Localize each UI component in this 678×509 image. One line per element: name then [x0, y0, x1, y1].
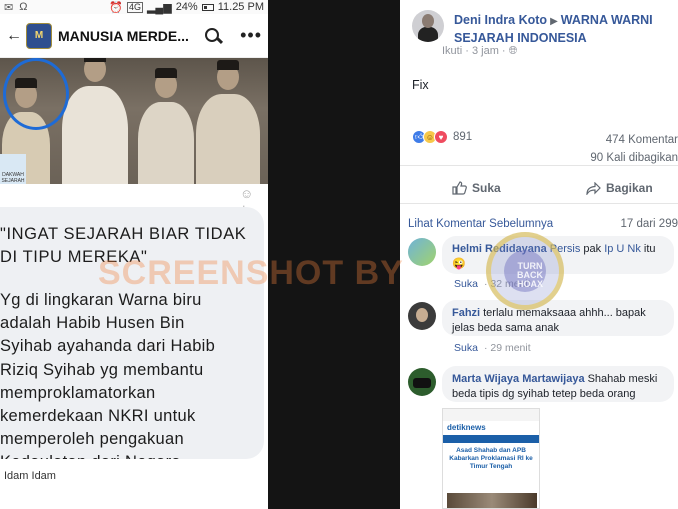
battery-percent: 24% [175, 1, 198, 13]
reactions-summary[interactable]: 👍︎ ☺ ♥ 891 [412, 130, 472, 144]
thumb-headline: Asad Shahab dan APB Kabarkan Proklamasi … [449, 447, 533, 470]
thumbs-up-icon [452, 181, 467, 195]
message-author[interactable]: Idam Idam [0, 460, 268, 500]
turnbackhoax-seal: TURN BACK HOAX [486, 232, 564, 310]
commenter-avatar[interactable] [408, 368, 436, 396]
status-bar: ✉ Ω ⏰ 4G ▂▄▆ 24% 11.25 PM [0, 0, 268, 14]
globe-icon: 🌐︎ [508, 45, 518, 57]
share-button[interactable]: Bagikan [586, 181, 653, 195]
photo-badge: DAKWAH SEJARAH [0, 154, 26, 184]
more-options-icon[interactable]: ••• [240, 25, 262, 46]
caret-right-icon: ▶ [550, 16, 558, 27]
commenter-avatar[interactable] [408, 238, 436, 266]
commenter-name[interactable]: Fahzi [452, 307, 480, 319]
shares-count[interactable]: 90 Kali dibagikan [590, 149, 678, 167]
person-figure [196, 60, 260, 184]
comment-counter: 17 dari 299 [620, 218, 678, 230]
share-label: Bagikan [606, 181, 653, 195]
comment-bubble: Marta Wijaya Martawijaya Shahab meski bed… [442, 366, 674, 402]
notification-icon: ✉ [4, 1, 14, 14]
like-button[interactable]: Suka [452, 181, 501, 195]
search-icon[interactable] [204, 27, 222, 45]
comment-like-link[interactable]: Suka [454, 278, 478, 290]
alarm-icon: ⏰ [109, 1, 123, 14]
comment-time[interactable]: 29 menit [490, 342, 530, 354]
comments-header: Lihat Komentar Sebelumnya 17 dari 299 [408, 218, 678, 230]
network-label: 4G [126, 1, 143, 13]
thumb-site-logo: detiknews [447, 423, 486, 432]
battery-icon [201, 3, 214, 11]
historical-photo[interactable]: DAKWAH SEJARAH [0, 58, 268, 184]
comment-like-link[interactable]: Suka [454, 342, 478, 354]
post-stats: 👍︎ ☺ ♥ 891 474 Komentar 90 Kali dibagika… [400, 126, 678, 166]
stat-right: 474 Komentar 90 Kali dibagikan [590, 131, 678, 167]
add-reaction-icon[interactable]: ☺+ [240, 186, 260, 216]
comment-bubble: Fahzi terlalu memaksaaa ahhh... bapak jel… [442, 300, 674, 336]
person-figure [138, 68, 194, 184]
comments-count[interactable]: 474 Komentar [590, 131, 678, 149]
group-avatar[interactable]: M [26, 22, 52, 49]
headset-icon: Ω [19, 0, 28, 13]
seal-text: TURN BACK HOAX [516, 261, 543, 289]
commenter-avatar[interactable] [408, 302, 436, 330]
follow-link[interactable]: Ikuti [442, 45, 462, 57]
blue-highlight-circle [3, 58, 69, 130]
reaction-count: 891 [453, 131, 473, 143]
clock: 11.25 PM [217, 1, 264, 13]
like-label: Suka [472, 181, 501, 195]
message-bubble: "INGAT SEJARAH BIAR TIDAK DI TIPU MEREKA… [0, 207, 264, 459]
group-name[interactable]: MANUSIA MERDE... [58, 28, 189, 44]
attached-image-thumbnail[interactable]: detiknews Asad Shahab dan APB Kabarkan P… [442, 408, 540, 509]
reaction-row: ☺+ [0, 184, 268, 216]
post-actions: Suka Bagikan [400, 176, 678, 204]
app-bar: ← M MANUSIA MERDE... ••• [0, 14, 268, 58]
poster-name[interactable]: Deni Indra Koto [454, 13, 547, 27]
comment-text: pak [580, 243, 605, 255]
divider-panel [268, 0, 400, 509]
back-arrow-icon[interactable]: ← [6, 27, 24, 45]
post-names: Deni Indra Koto ▶ WARNA WARNI SEJARAH INDO… [454, 12, 678, 46]
love-reaction-icon: ♥ [434, 130, 448, 144]
thumb-nav-bar [443, 435, 539, 443]
comment-text: terlalu memaksaaa ahhh... bapak jelas be… [452, 307, 646, 334]
phone-screenshot: ✉ Ω ⏰ 4G ▂▄▆ 24% 11.25 PM ← M MANUSIA MER… [0, 0, 268, 509]
signal-icon: ▂▄▆ [146, 1, 172, 14]
commenter-name[interactable]: Marta Wijaya Martawijaya [452, 373, 585, 385]
message-body: Yg di lingkaran Warna biru adalah Habib … [0, 291, 216, 459]
poster-avatar[interactable] [412, 10, 444, 42]
tagged-user[interactable]: Ip U Nk [604, 243, 641, 255]
thumb-photo [447, 493, 537, 508]
message-quote: "INGAT SEJARAH BIAR TIDAK DI TIPU MEREKA… [0, 225, 247, 266]
post-time[interactable]: 3 jam [472, 45, 499, 57]
comment-meta: Suka · 29 menit [454, 342, 531, 354]
post-meta: Ikuti · 3 jam · 🌐︎ [442, 45, 518, 57]
person-figure [62, 58, 128, 184]
post-text: Fix [412, 78, 429, 92]
thumb-browser-bar [443, 409, 539, 421]
share-icon [586, 181, 601, 195]
previous-comments-link[interactable]: Lihat Komentar Sebelumnya [408, 218, 553, 230]
